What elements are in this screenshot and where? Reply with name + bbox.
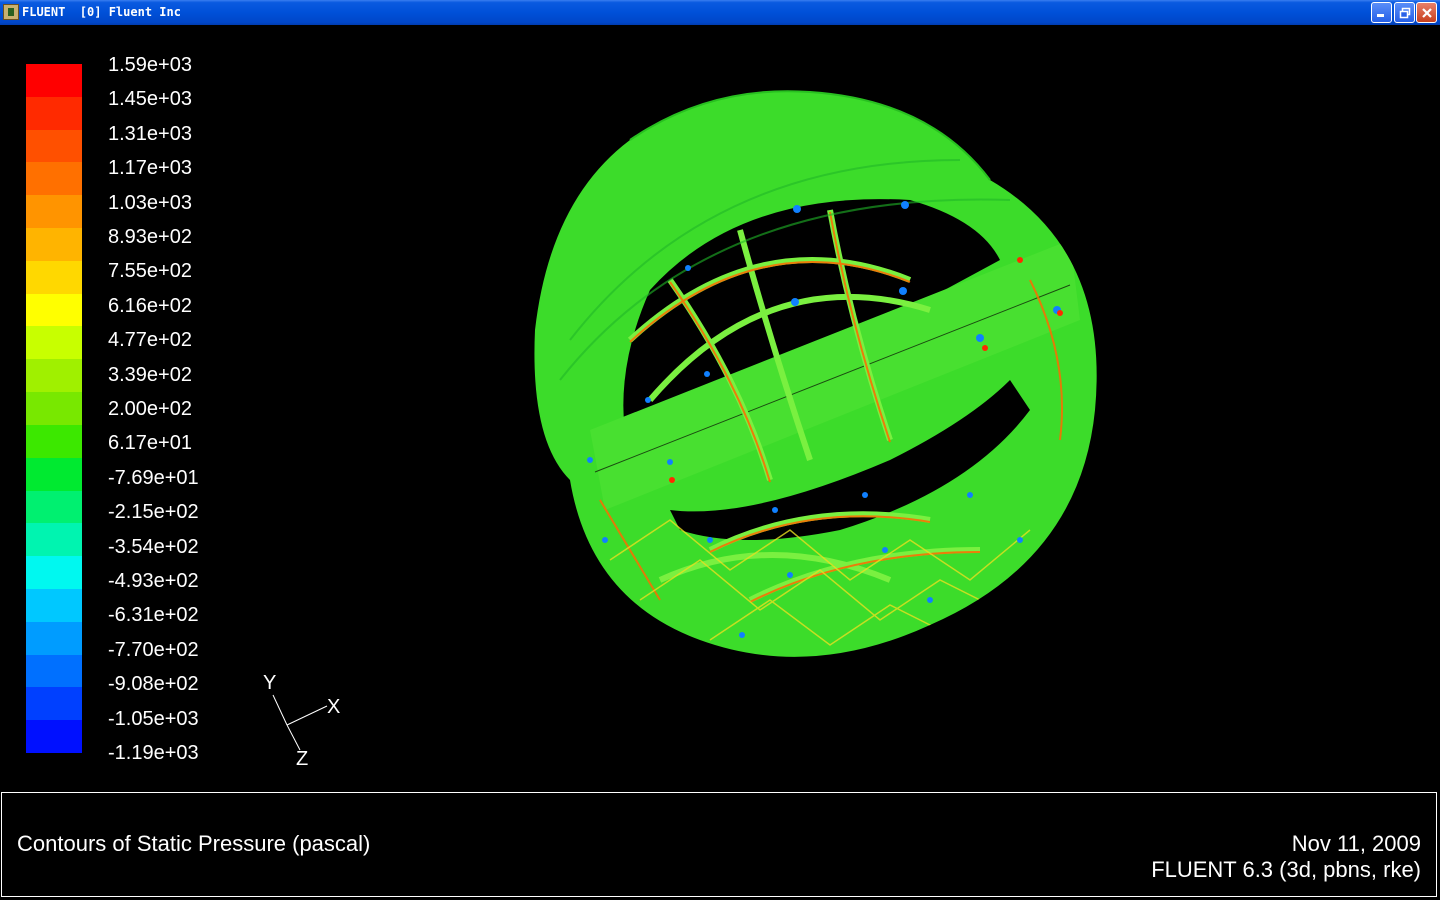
colormap-swatch: [26, 523, 82, 557]
colormap-label: 1.45e+03: [108, 88, 192, 111]
axis-x-label: X: [327, 696, 341, 718]
colormap-swatch: [26, 228, 82, 262]
colormap-label: 1.59e+03: [108, 54, 192, 76]
graphics-viewport[interactable]: [510, 80, 1120, 670]
colormap-label: 7.55e+02: [108, 260, 192, 283]
colormap-label: -2.15e+02: [108, 501, 199, 524]
colormap-label: -9.08e+02: [108, 673, 199, 696]
colormap-label: 8.93e+02: [108, 226, 192, 248]
colormap-swatch: [26, 129, 82, 163]
colormap-swatch: [26, 260, 82, 295]
colormap-swatch: [26, 326, 82, 360]
close-icon: [1421, 7, 1432, 18]
restore-icon: [1399, 7, 1410, 18]
colormap-label: 2.00e+02: [108, 398, 192, 420]
colormap-label: 4.77e+02: [108, 329, 192, 352]
colormap-swatch: [26, 392, 82, 426]
plot-date: Nov 11, 2009: [1291, 831, 1421, 856]
colormap-swatch: [26, 556, 82, 590]
restore-button[interactable]: [1394, 2, 1415, 23]
colormap-swatch: [26, 490, 82, 524]
colormap-label: 1.03e+03: [108, 191, 192, 214]
colormap-swatch: [26, 621, 82, 656]
fluent-app-icon[interactable]: [3, 4, 19, 20]
axis-y-label: Y: [263, 672, 277, 694]
window-title: FLUENT [0] Fluent Inc: [22, 5, 181, 19]
colormap-label: 3.39e+02: [108, 363, 192, 386]
colormap-swatch: [26, 195, 82, 229]
colormap-label: -1.05e+03: [108, 707, 199, 730]
colormap-swatch: [26, 720, 82, 754]
colormap-label: -1.19e+03: [108, 742, 199, 764]
colormap-swatch: [26, 162, 82, 196]
colormap-swatch: [26, 588, 82, 623]
info-panel: Contours of Static Pressure (pascal) Nov…: [1, 792, 1437, 897]
colormap-label: 6.17e+01: [108, 432, 192, 455]
axis-z-label: Z: [296, 748, 309, 770]
colormap-bar: [26, 64, 82, 754]
colormap-label: -7.69e+01: [108, 466, 199, 489]
colormap-label: 6.16e+02: [108, 294, 192, 317]
colormap-label: -6.31e+02: [108, 604, 199, 627]
minimize-button[interactable]: [1371, 2, 1392, 23]
colormap-label: -7.70e+02: [108, 638, 199, 661]
axis-triad: Y X Z: [255, 670, 355, 770]
colormap-swatch: [26, 64, 82, 98]
pressure-contour-model: [534, 90, 1097, 657]
colormap-swatch: [26, 96, 82, 131]
colormap-swatch: [26, 687, 82, 721]
colormap-label: 1.17e+03: [108, 157, 192, 180]
colormap-swatch: [26, 457, 82, 491]
colormap-swatch: [26, 654, 82, 688]
colormap-label: -3.54e+02: [108, 535, 199, 558]
colormap-swatch: [26, 359, 82, 393]
close-button[interactable]: [1416, 2, 1437, 23]
plot-title: Contours of Static Pressure (pascal): [17, 831, 371, 856]
colormap-label: 1.31e+03: [108, 122, 192, 145]
colormap-swatch: [26, 424, 82, 459]
colormap-swatch: [26, 293, 82, 327]
minimize-icon: [1377, 14, 1384, 17]
solver-version: FLUENT 6.3 (3d, pbns, rke): [1151, 857, 1421, 882]
colormap-label: -4.93e+02: [108, 570, 199, 592]
title-bar: FLUENT [0] Fluent Inc: [0, 0, 1440, 25]
